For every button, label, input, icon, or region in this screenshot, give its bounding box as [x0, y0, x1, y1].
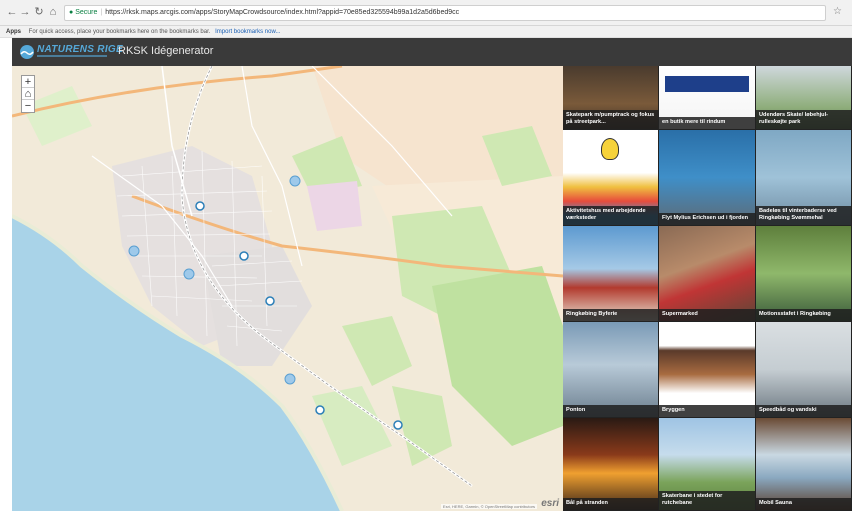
- idea-tile[interactable]: Aktivitetshus med arbejdende værksteder: [563, 130, 658, 225]
- url-text: https://rksk.maps.arcgis.com/apps/StoryM…: [105, 9, 460, 16]
- tile-caption: Flyt Mylius Erichsen ud i fjorden: [659, 213, 755, 225]
- map-cluster[interactable]: [289, 175, 301, 187]
- logo-underline: [37, 55, 107, 57]
- bookmarks-hint: For quick access, place your bookmarks h…: [28, 29, 211, 35]
- logo[interactable]: NATURENS RIGE: [20, 43, 123, 61]
- tile-photo: [563, 226, 658, 321]
- tile-caption: Bål på stranden: [563, 498, 658, 510]
- map-marker[interactable]: [315, 405, 325, 415]
- map-marker[interactable]: [393, 420, 403, 430]
- tile-photo: [659, 130, 755, 225]
- reload-icon[interactable]: ↻: [33, 6, 45, 18]
- idea-tile[interactable]: Skatepark m/pumptrack og fokus på street…: [563, 66, 658, 129]
- browser-toolbar: ← → ↻ ⌂ ● Secure | https://rksk.maps.arcgi…: [0, 0, 852, 26]
- home-extent-button[interactable]: ⌂: [22, 88, 34, 100]
- tile-caption: Motionsstafet i Ringkøbing: [756, 309, 851, 321]
- tile-caption: en butik mere til rindum: [659, 117, 755, 129]
- browser-window: ← → ↻ ⌂ ● Secure | https://rksk.maps.arcgi…: [0, 0, 852, 511]
- idea-tile[interactable]: Flyt Mylius Erichsen ud i fjorden: [659, 130, 755, 225]
- app-header: NATURENS RIGE RKSK Idégenerator: [12, 38, 852, 66]
- back-arrow-icon[interactable]: ←: [6, 6, 18, 18]
- idea-tile[interactable]: en butik mere til rindum: [659, 66, 755, 129]
- map-attribution[interactable]: Esri, HERE, Garmin, © OpenStreetMap cont…: [440, 504, 537, 509]
- esri-logo: esri: [541, 498, 559, 509]
- address-bar[interactable]: ● Secure | https://rksk.maps.arcgis.com/ap…: [64, 5, 826, 21]
- tile-photo: [659, 322, 755, 417]
- idea-tile[interactable]: Mobil Sauna: [756, 418, 851, 510]
- bookmark-star-icon[interactable]: ☆: [833, 6, 842, 18]
- idea-tile[interactable]: Speedbåd og vandski: [756, 322, 851, 417]
- idea-tile[interactable]: Badeløs til vinterbaderse ved Ringkøbing…: [756, 130, 851, 225]
- idea-tile-grid: Skatepark m/pumptrack og fokus på street…: [563, 66, 852, 511]
- tile-photo: [563, 418, 658, 510]
- tile-caption: Skaterbane i stedet for rutchebane: [659, 491, 755, 510]
- tile-caption: Skatepark m/pumptrack og fokus på street…: [563, 110, 658, 129]
- tile-photo: [756, 226, 851, 321]
- home-icon[interactable]: ⌂: [47, 6, 59, 18]
- tile-photo: [563, 322, 658, 417]
- secure-label: Secure: [75, 9, 98, 16]
- tile-photo: [659, 226, 755, 321]
- tile-caption: Aktivitetshus med arbejdende værksteder: [563, 206, 658, 225]
- map-marker[interactable]: [239, 251, 249, 261]
- apps-shortcut[interactable]: Apps: [6, 29, 21, 35]
- idea-tile[interactable]: Motionsstafet i Ringkøbing: [756, 226, 851, 321]
- logo-text: NATURENS RIGE: [37, 44, 123, 55]
- idea-tile[interactable]: Bryggen: [659, 322, 755, 417]
- tile-caption: Bryggen: [659, 405, 755, 417]
- import-bookmarks-link[interactable]: Import bookmarks now...: [215, 29, 280, 35]
- idea-tile[interactable]: Skaterbane i stedet for rutchebane: [659, 418, 755, 510]
- zoom-control: + ⌂ −: [21, 75, 35, 113]
- forward-arrow-icon[interactable]: →: [19, 6, 31, 18]
- tile-photo: [756, 322, 851, 417]
- rema-logo-icon: [665, 76, 749, 92]
- lightbulb-icon: [601, 138, 619, 160]
- page-title: RKSK Idégenerator: [118, 45, 214, 57]
- tile-caption: Badeløs til vinterbaderse ved Ringkøbing…: [756, 206, 851, 225]
- idea-tile[interactable]: Supermarked: [659, 226, 755, 321]
- idea-tile[interactable]: Ponton: [563, 322, 658, 417]
- zoom-out-button[interactable]: −: [22, 100, 34, 112]
- map-marker[interactable]: [195, 201, 205, 211]
- tile-caption: Supermarked: [659, 309, 755, 321]
- zoom-in-button[interactable]: +: [22, 76, 34, 88]
- tile-caption: Ponton: [563, 405, 658, 417]
- map-canvas[interactable]: [12, 66, 563, 511]
- tile-caption: Mobil Sauna: [756, 498, 851, 510]
- bookmarks-bar: Apps For quick access, place your bookma…: [0, 26, 852, 38]
- map-cluster[interactable]: [183, 268, 195, 280]
- tile-caption: Udendørs Skate/ løbehjul-rulleskøjte par…: [756, 110, 851, 129]
- map-cluster[interactable]: [128, 245, 140, 257]
- tile-caption: Speedbåd og vandski: [756, 405, 851, 417]
- tile-photo: [756, 418, 851, 510]
- map-marker[interactable]: [265, 296, 275, 306]
- tile-caption: Ringkøbing Byferie: [563, 309, 658, 321]
- idea-tile[interactable]: Bål på stranden: [563, 418, 658, 510]
- map-cluster[interactable]: [284, 373, 296, 385]
- idea-tile[interactable]: Udendørs Skate/ løbehjul-rulleskøjte par…: [756, 66, 851, 129]
- wave-logo-icon: [20, 45, 34, 59]
- lock-icon: ●: [69, 9, 74, 16]
- map-view[interactable]: + ⌂ − Esri, HERE, Garmin, © OpenStreetMa…: [12, 66, 563, 511]
- idea-tile[interactable]: Ringkøbing Byferie: [563, 226, 658, 321]
